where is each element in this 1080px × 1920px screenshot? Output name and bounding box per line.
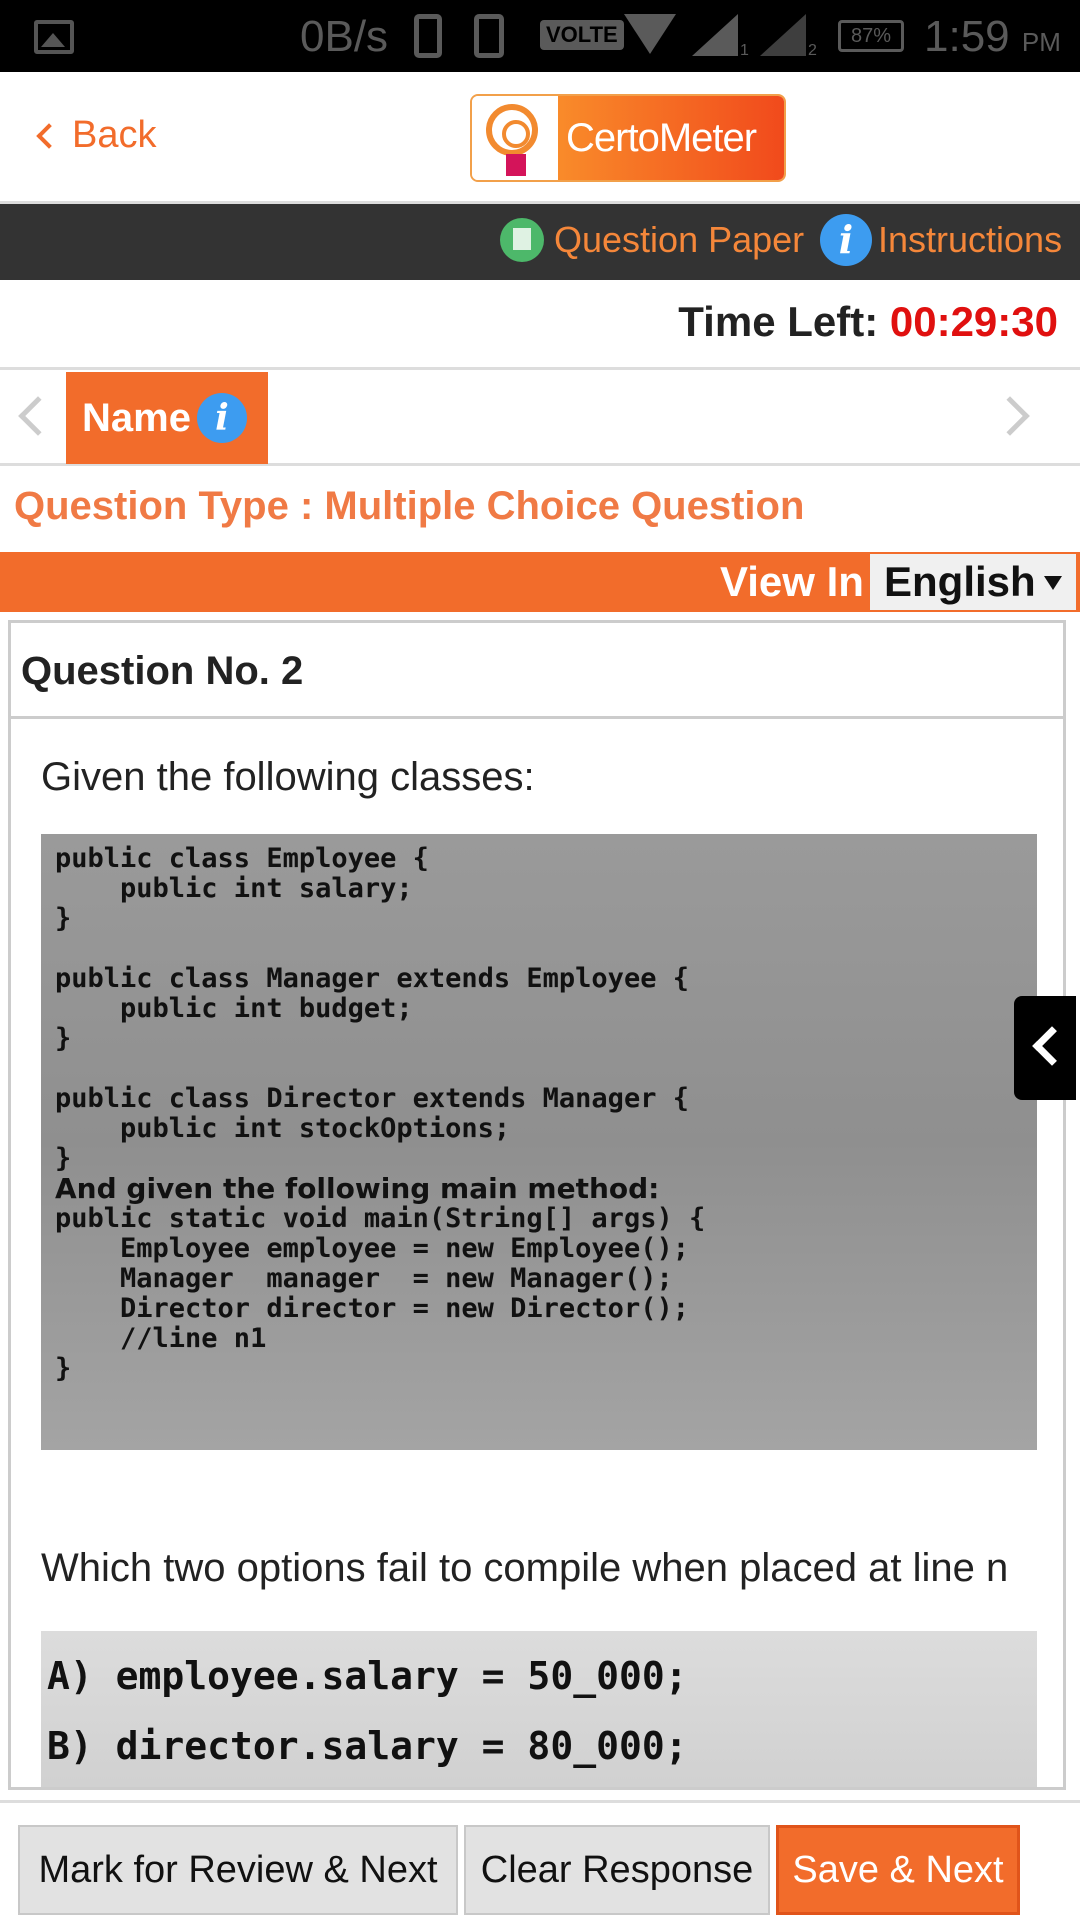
signal-sim2-icon — [760, 14, 806, 56]
save-next-button[interactable]: Save & Next — [776, 1825, 1020, 1915]
chevron-right-icon[interactable] — [990, 396, 1030, 436]
question-paper-link[interactable]: Question Paper — [500, 218, 804, 262]
sim1-label: 1 — [740, 42, 749, 59]
chevron-left-icon — [36, 122, 62, 149]
gallery-notification-icon — [34, 20, 74, 54]
vibrate-icon — [474, 14, 504, 58]
question-paper-label: Question Paper — [554, 219, 805, 260]
document-icon — [500, 218, 544, 262]
time-left-value: 00:29:30 — [889, 298, 1058, 345]
language-select[interactable]: English — [870, 554, 1076, 610]
back-button[interactable]: Back — [36, 114, 157, 157]
question-body: Given the following classes: public clas… — [11, 755, 1063, 1787]
instructions-link[interactable]: i Instructions — [820, 214, 1062, 266]
volte-badge: VOLTE — [540, 20, 624, 50]
options-image: A) employee.salary = 50_000; B) director… — [41, 1631, 1037, 1787]
logo-text: CertoMeter — [558, 96, 784, 180]
options-list: A) employee.salary = 50_000; B) director… — [47, 1654, 688, 1768]
wifi-icon — [624, 14, 676, 54]
exam-toolbar: Question Paper i Instructions — [0, 204, 1080, 280]
question-type-label: Question Type : Multiple Choice Question — [14, 484, 805, 528]
certometer-logo: CertoMeter — [470, 94, 786, 182]
view-in-bar: View In English — [0, 552, 1080, 612]
app-header: Back CertoMeter — [0, 72, 1080, 204]
caret-down-icon — [1044, 576, 1062, 590]
language-value: English — [884, 558, 1036, 605]
question-prompt: Which two options fail to compile when p… — [41, 1546, 1009, 1590]
phone-icon — [414, 14, 442, 58]
code-image: public class Employee { public int salar… — [41, 834, 1037, 1450]
chevron-left-icon[interactable] — [18, 396, 58, 436]
network-speed: 0B/s — [300, 12, 389, 61]
info-icon[interactable]: i — [196, 393, 247, 443]
status-bar: 0B/s VOLTE 1 2 87% 1:59 PM — [0, 0, 1080, 72]
tab-name-section[interactable]: Name i — [66, 372, 268, 464]
action-footer: Mark for Review & Next Clear Response Sa… — [0, 1800, 1080, 1920]
tab-label: Name — [82, 395, 191, 440]
battery-icon: 87% — [838, 20, 904, 52]
clock-time: 1:59 — [924, 12, 1010, 61]
timer-row: Time Left: 00:29:30 — [0, 280, 1080, 370]
time-left-label: Time Left: — [678, 298, 890, 345]
code-main-method: public static void main(String[] args) {… — [55, 1203, 706, 1384]
signal-sim1-icon — [692, 14, 738, 56]
code-prose: And given the following main method: — [55, 1172, 660, 1205]
back-label: Back — [72, 114, 157, 156]
status-clock: 1:59 PM — [924, 12, 1061, 62]
clock-ampm: PM — [1021, 27, 1061, 57]
instructions-label: Instructions — [878, 219, 1063, 260]
code-classes: public class Employee { public int salar… — [55, 843, 689, 1174]
target-badge-icon — [472, 96, 558, 180]
clear-response-button[interactable]: Clear Response — [464, 1825, 770, 1915]
sim2-label: 2 — [808, 42, 817, 59]
info-icon: i — [820, 214, 872, 266]
question-number: Question No. 2 — [11, 623, 1063, 719]
mark-for-review-button[interactable]: Mark for Review & Next — [18, 1825, 458, 1915]
chevron-left-icon — [1032, 1026, 1072, 1066]
view-in-label: View In — [720, 558, 864, 605]
question-panel[interactable]: Question No. 2 Given the following class… — [8, 620, 1066, 1790]
question-intro: Given the following classes: — [41, 755, 535, 799]
section-tabs: Name i — [0, 370, 1080, 466]
side-drawer-toggle[interactable] — [1014, 996, 1076, 1100]
